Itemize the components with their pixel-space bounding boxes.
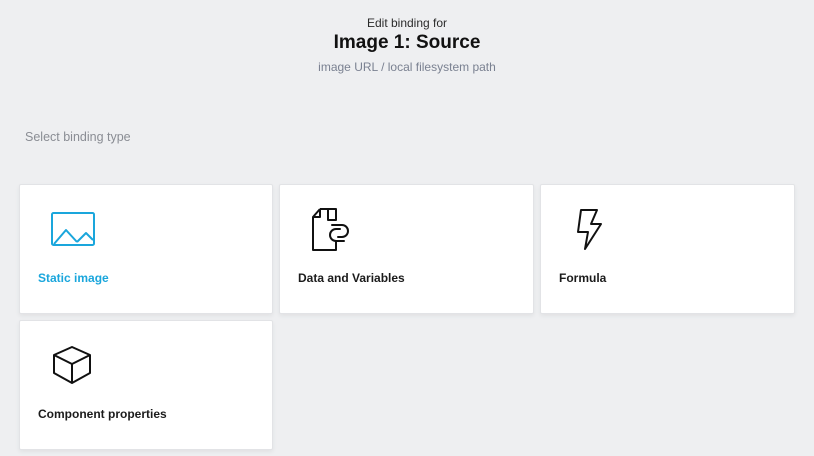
page-title: Image 1: Source [333, 32, 481, 53]
section-label: Select binding type [25, 130, 131, 144]
lightning-bolt-icon [577, 209, 602, 250]
image-icon [51, 212, 95, 246]
card-label: Component properties [38, 407, 167, 421]
card-label: Static image [38, 271, 109, 285]
card-label: Formula [559, 271, 607, 285]
binding-type-component-properties[interactable]: Component properties [19, 320, 273, 450]
linked-file-icon [312, 208, 349, 251]
page-subtitle: image URL / local filesystem path [318, 60, 496, 74]
cube-icon [53, 346, 91, 384]
header-eyebrow: Edit binding for [366, 16, 448, 30]
binding-type-static-image[interactable]: Static image [19, 184, 273, 314]
card-label: Data and Variables [298, 271, 405, 285]
binding-type-data-and-variables[interactable]: Data and Variables [279, 184, 534, 314]
binding-type-formula[interactable]: Formula [540, 184, 795, 314]
